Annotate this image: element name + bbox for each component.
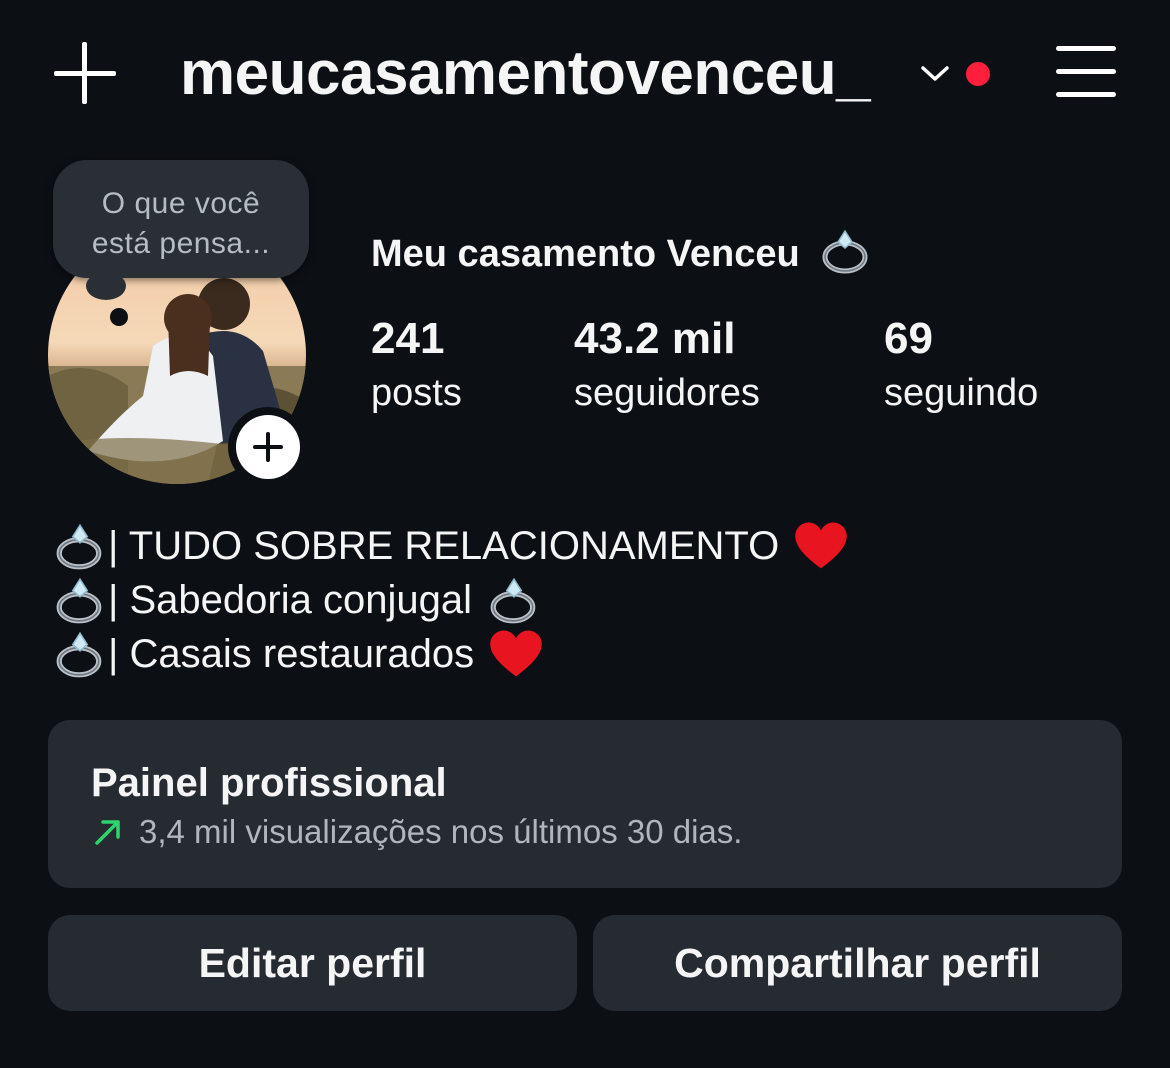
posts-count[interactable]: 241: [371, 314, 444, 364]
ring-emoji-icon: [56, 523, 102, 570]
bio-line-2: | Sabedoria conjugal: [52, 574, 542, 626]
ring-emoji-icon: [822, 229, 868, 274]
display-name: Meu casamento Venceu: [371, 226, 870, 278]
ring-emoji-icon: [490, 577, 536, 624]
note-text-line2: está pensa...: [91, 227, 271, 260]
share-profile-button[interactable]: Compartilhar perfil: [593, 915, 1122, 1011]
following-label[interactable]: seguindo: [884, 370, 1038, 416]
ring-emoji-icon: [56, 631, 102, 678]
notification-dot: [966, 62, 990, 86]
ring-emoji-icon: [56, 577, 102, 624]
note-bubble[interactable]: O que você está pensa...: [53, 160, 309, 278]
menu-icon[interactable]: [1054, 44, 1118, 100]
create-plus-icon[interactable]: [52, 40, 118, 106]
heart-emoji-icon: [490, 630, 542, 677]
chevron-down-icon[interactable]: [918, 58, 952, 88]
heart-emoji-icon: [795, 522, 848, 569]
edit-profile-button[interactable]: Editar perfil: [48, 915, 577, 1011]
followers-count[interactable]: 43.2 mil: [574, 314, 735, 364]
following-count[interactable]: 69: [884, 314, 933, 364]
panel-subtitle: 3,4 mil visualizações nos últimos 30 dia…: [91, 810, 742, 854]
plus-icon: [236, 415, 300, 479]
bio-line-1: | TUDO SOBRE RELACIONAMENTO: [52, 520, 849, 572]
account-username[interactable]: meucasamentovenceu_: [180, 35, 871, 113]
note-bubble-tail: [86, 272, 126, 300]
add-story-button[interactable]: [228, 407, 308, 487]
note-bubble-dot: [110, 308, 128, 326]
followers-label[interactable]: seguidores: [574, 370, 760, 416]
note-text-line1: O que você: [101, 187, 261, 220]
bio-line-3: | Casais restaurados: [52, 628, 544, 680]
posts-label[interactable]: posts: [371, 370, 462, 416]
professional-dashboard-card[interactable]: Painel profissional 3,4 mil visualizaçõe…: [48, 720, 1122, 888]
trend-up-arrow-icon: [95, 820, 120, 845]
panel-title: Painel profissional: [91, 761, 447, 805]
